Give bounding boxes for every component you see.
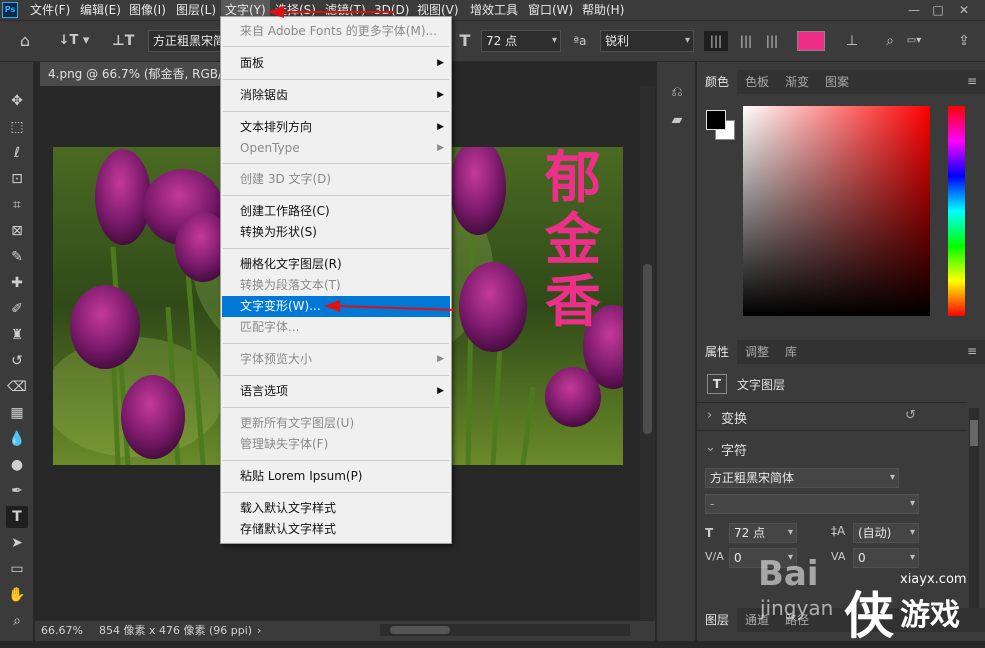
reset-icon[interactable]: ↺: [905, 408, 916, 423]
baidu-watermark: Bai: [758, 554, 819, 594]
panel-font-family[interactable]: 方正粗黑宋简体 ▾: [705, 468, 899, 488]
leading-icon: ‡A: [831, 524, 846, 538]
site-watermark: xiayx.com: [900, 572, 967, 587]
color-field[interactable]: [743, 106, 930, 316]
tab-adjustments[interactable]: 调整: [737, 340, 777, 364]
tab-swatches[interactable]: 色板: [737, 70, 777, 94]
watermark: Bai jingyan xiayx.com 侠 游戏: [750, 550, 985, 645]
panel-font-size[interactable]: 72 点 ▾: [729, 523, 797, 543]
properties-panel-tabs: 属性 调整 库 ≡: [697, 340, 985, 364]
tab-libraries[interactable]: 库: [777, 340, 805, 364]
tab-gradients[interactable]: 渐变: [777, 70, 817, 94]
foreground-color-swatch[interactable]: [706, 110, 726, 130]
tab-patterns[interactable]: 图案: [817, 70, 857, 94]
panel-icon-strip: ⎌ ▰: [656, 62, 696, 641]
tab-layers[interactable]: 图层: [697, 608, 738, 632]
hue-slider[interactable]: [948, 106, 965, 316]
panel-leading[interactable]: (自动) ▾: [853, 523, 919, 543]
kerning-icon: V/A: [705, 550, 724, 563]
panel-menu-icon[interactable]: ≡: [967, 344, 977, 358]
panel-menu-icon[interactable]: ≡: [967, 74, 977, 88]
layer-type-label: 文字图层: [737, 378, 786, 392]
jingyan-watermark: jingyan: [760, 596, 834, 620]
comments-panel-icon[interactable]: ▰: [666, 110, 688, 130]
panel-font-style[interactable]: - ▾: [705, 494, 919, 514]
brand-watermark: 游戏: [900, 598, 960, 633]
tab-properties[interactable]: 属性: [697, 340, 738, 364]
brand-logo-icon: 侠: [844, 587, 894, 645]
history-panel-icon[interactable]: ⎌: [666, 82, 688, 102]
text-layer-icon: T: [707, 374, 727, 394]
tab-color[interactable]: 颜色: [697, 70, 738, 94]
font-size-icon: T: [705, 526, 714, 540]
color-panel-tabs: 颜色 色板 渐变 图案 ≡: [697, 70, 985, 94]
